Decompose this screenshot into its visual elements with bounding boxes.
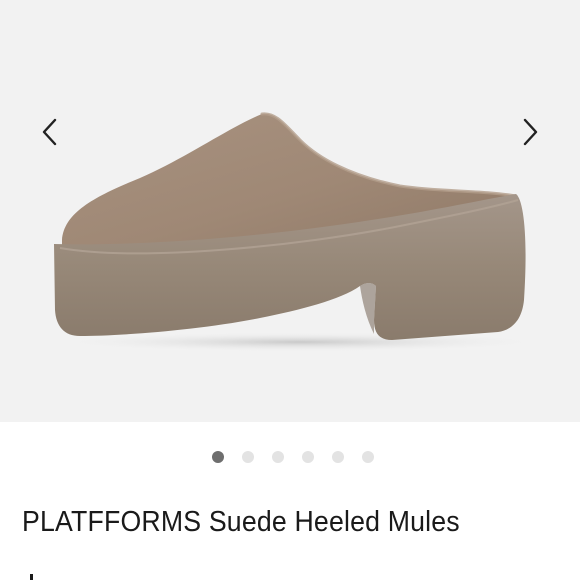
carousel-pagination <box>0 451 580 463</box>
product-title: PLATFFORMS Suede Heeled Mules <box>22 506 460 538</box>
carousel-dot-5[interactable] <box>332 451 344 463</box>
chevron-right-icon <box>523 118 538 146</box>
carousel-dot-1[interactable] <box>212 451 224 463</box>
previous-image-button[interactable] <box>32 112 68 152</box>
product-photo <box>50 112 550 352</box>
next-image-button[interactable] <box>512 112 548 152</box>
truncated-content <box>30 574 33 580</box>
carousel-dot-6[interactable] <box>362 451 374 463</box>
chevron-left-icon <box>42 118 57 146</box>
carousel-dot-3[interactable] <box>272 451 284 463</box>
carousel-dot-2[interactable] <box>242 451 254 463</box>
product-image-gallery[interactable] <box>0 0 580 422</box>
carousel-dot-4[interactable] <box>302 451 314 463</box>
